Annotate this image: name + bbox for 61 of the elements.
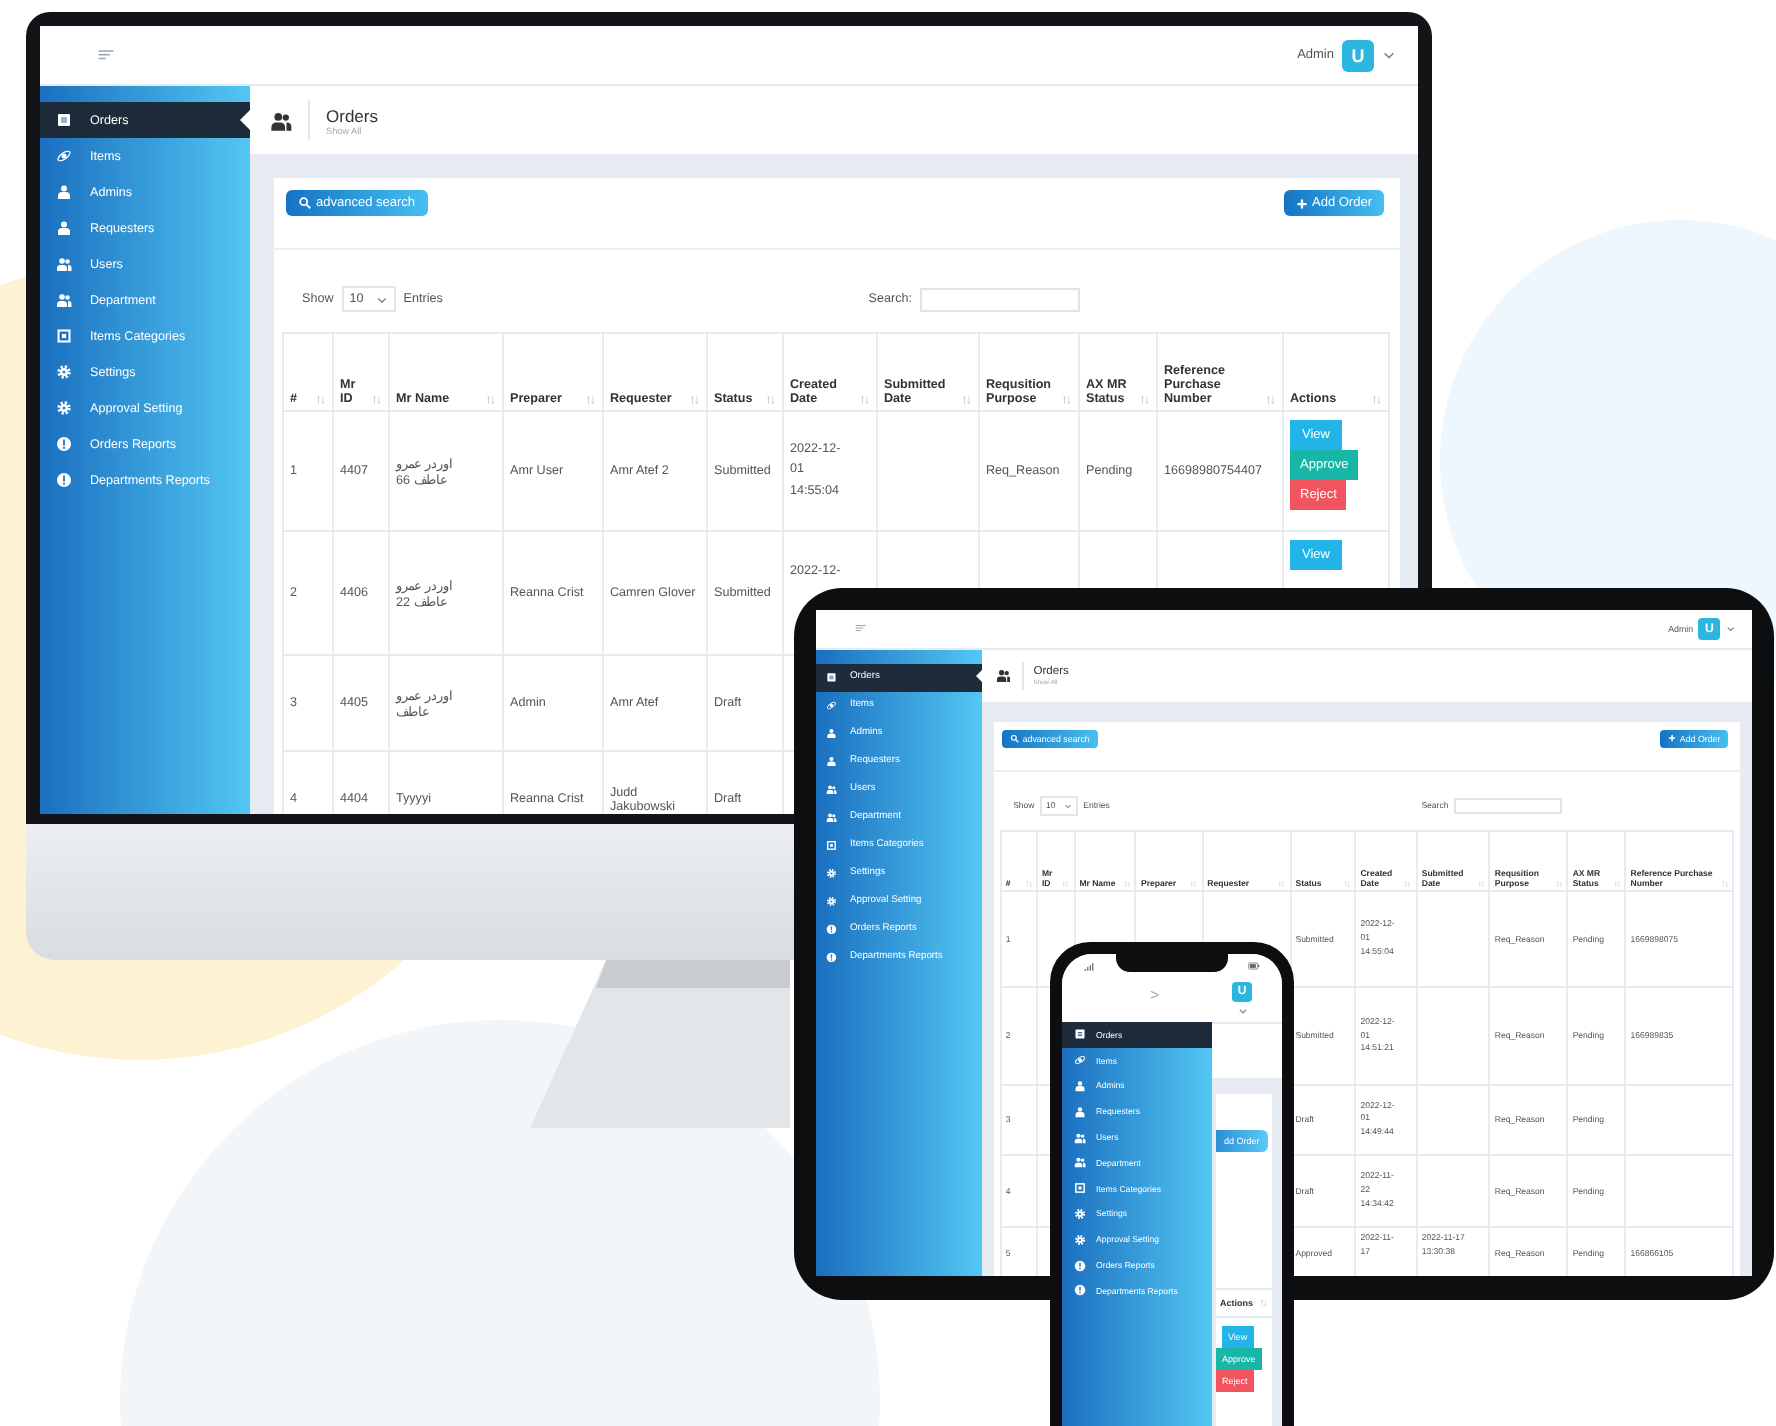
users-icon bbox=[826, 811, 838, 823]
users-icon bbox=[995, 668, 1011, 684]
alert-icon bbox=[1074, 1259, 1086, 1272]
person-icon bbox=[56, 220, 72, 236]
users-icon bbox=[56, 292, 72, 308]
users-icon bbox=[826, 783, 838, 795]
chevron-down-icon bbox=[375, 293, 388, 305]
sort-icon bbox=[586, 394, 596, 406]
frame-icon bbox=[1074, 1182, 1086, 1195]
list-icon bbox=[56, 112, 72, 128]
orbit-icon bbox=[826, 699, 838, 711]
alert-icon bbox=[826, 923, 838, 935]
sort-icon bbox=[766, 394, 776, 406]
sort-icon bbox=[1372, 394, 1382, 406]
person-icon bbox=[826, 727, 838, 739]
gear-icon bbox=[56, 364, 72, 380]
plus-icon bbox=[1668, 734, 1678, 743]
sort-icon bbox=[316, 394, 326, 406]
search-icon bbox=[298, 196, 312, 210]
back-button[interactable]: > bbox=[1150, 986, 1160, 1004]
avatar[interactable]: U bbox=[1342, 39, 1374, 71]
alert-icon bbox=[826, 951, 838, 963]
frame-icon bbox=[56, 328, 72, 344]
search-field[interactable] bbox=[1453, 797, 1563, 814]
sort-icon bbox=[1260, 1298, 1268, 1308]
sort-icon bbox=[860, 394, 870, 406]
person-icon bbox=[56, 184, 72, 200]
sort-icon bbox=[1266, 394, 1276, 406]
sort-icon bbox=[372, 394, 382, 406]
users-icon bbox=[56, 256, 72, 272]
list-icon bbox=[826, 671, 838, 683]
search-field[interactable] bbox=[920, 287, 1080, 311]
users-icon bbox=[270, 109, 292, 131]
gear-icon bbox=[56, 400, 72, 416]
sort-icon bbox=[1062, 394, 1072, 406]
chevron-down-icon bbox=[1238, 1006, 1248, 1016]
phone-notch bbox=[1116, 954, 1228, 972]
alert-icon bbox=[56, 472, 72, 488]
sort-icon bbox=[962, 394, 972, 406]
battery-icon bbox=[1246, 960, 1262, 972]
plus-icon bbox=[1296, 197, 1308, 209]
frame-icon bbox=[826, 839, 838, 851]
alert-icon bbox=[1074, 1284, 1086, 1297]
gear-icon bbox=[826, 867, 838, 879]
signal-icon bbox=[1082, 961, 1096, 971]
list-icon bbox=[1074, 1028, 1086, 1041]
users-icon bbox=[1074, 1131, 1086, 1144]
person-icon bbox=[1074, 1105, 1086, 1118]
sort-icon bbox=[486, 394, 496, 406]
users-icon bbox=[1074, 1156, 1086, 1169]
menu-icon bbox=[96, 45, 116, 65]
orbit-icon bbox=[56, 148, 72, 164]
gear-icon bbox=[826, 895, 838, 907]
alert-icon bbox=[56, 436, 72, 452]
person-icon bbox=[1074, 1079, 1086, 1092]
person-icon bbox=[826, 755, 838, 767]
sort-icon bbox=[690, 394, 700, 406]
sort-icon bbox=[1140, 394, 1150, 406]
page-title: Orders bbox=[326, 105, 378, 125]
orbit-icon bbox=[1074, 1054, 1086, 1067]
chevron-down-icon bbox=[1382, 48, 1396, 62]
